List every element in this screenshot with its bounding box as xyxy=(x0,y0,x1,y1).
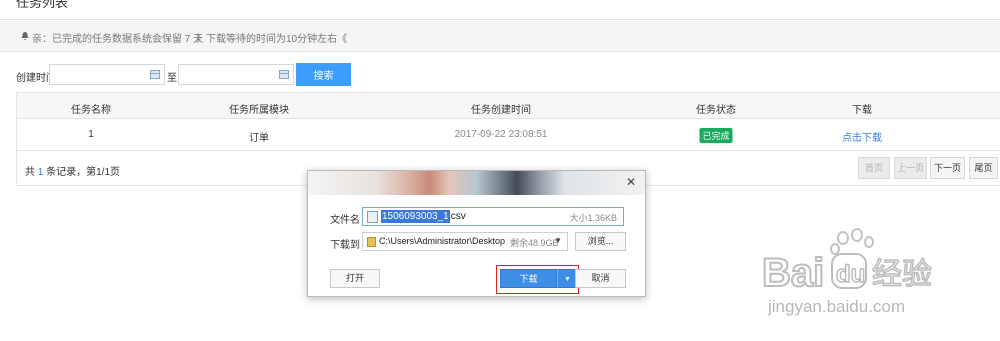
cell-task-name: 1 xyxy=(88,129,94,140)
notice-bar: 亲：已完成的任务数据系统会保留 7 天 》下载等待的时间为10分钟左右《 xyxy=(0,21,1000,52)
filename-input[interactable]: 1506093003_1 .csv 大小1.36KB xyxy=(362,207,624,226)
save-path: C:\Users\Administrator\Desktop xyxy=(379,236,506,246)
notice-wait: 》下载等待的时间为10分钟左右《 xyxy=(196,34,348,45)
svg-text:jingyan.baidu.com: jingyan.baidu.com xyxy=(767,297,905,316)
free-space: 剩余48.9GB xyxy=(510,238,559,248)
open-button[interactable]: 打开 xyxy=(330,269,380,288)
to-label: 至 xyxy=(167,73,177,84)
filename-extension: .csv xyxy=(448,211,466,222)
header-created-time: 任务创建时间 xyxy=(471,105,531,116)
dialog-header-banner: ✕ xyxy=(308,171,645,195)
table-header: 任务名称 任务所属模块 任务创建时间 任务状态 下载 xyxy=(17,93,1000,119)
notice-retention: 亲：已完成的任务数据系统会保留 7 天 xyxy=(32,34,204,45)
end-date-input[interactable] xyxy=(178,64,294,85)
record-count: 共 1 条记录，第1/1页 xyxy=(25,167,121,178)
top-bar: 任务列表 xyxy=(0,0,1000,20)
download-link[interactable]: 点击下载 xyxy=(842,129,882,144)
svg-text:du: du xyxy=(836,261,865,288)
highlight-annotation xyxy=(496,265,579,294)
save-path-select[interactable]: C:\Users\Administrator\Desktop 剩余48.9GB … xyxy=(362,232,568,251)
header-module: 任务所属模块 xyxy=(229,105,289,116)
calendar-icon[interactable] xyxy=(279,70,289,79)
file-size: 大小1.36KB xyxy=(569,213,617,223)
browse-button[interactable]: 浏览... xyxy=(575,232,626,251)
svg-text:经验: 经验 xyxy=(872,257,932,292)
header-download: 下载 xyxy=(852,105,872,116)
bell-icon xyxy=(21,32,29,41)
save-to-label: 下载到 xyxy=(330,240,360,251)
header-status: 任务状态 xyxy=(696,105,736,116)
cell-created-time: 2017-09-22 23:08:51 xyxy=(454,129,548,140)
table-row: 1 订单 2017-09-22 23:08:51 已完成 点击下载 xyxy=(17,119,1000,151)
last-page-button[interactable]: 尾页 xyxy=(969,157,998,179)
folder-icon xyxy=(367,237,376,247)
search-button[interactable]: 搜索 xyxy=(296,63,351,86)
page-title: 任务列表 xyxy=(16,0,69,10)
cell-module: 订单 xyxy=(249,133,269,144)
baidu-jingyan-watermark: Bai du 经验 jingyan.baidu.com xyxy=(761,228,933,316)
close-icon[interactable]: ✕ xyxy=(626,176,636,188)
first-page-button[interactable]: 首页 xyxy=(858,157,890,179)
chevron-down-icon[interactable]: ▼ xyxy=(554,236,562,245)
svg-text:Bai: Bai xyxy=(762,251,824,295)
filename-label: 文件名 xyxy=(330,215,360,226)
download-dialog: ✕ 文件名 1506093003_1 .csv 大小1.36KB 下载到 C:\… xyxy=(307,170,646,297)
prev-page-button[interactable]: 上一页 xyxy=(894,157,927,179)
start-date-input[interactable] xyxy=(49,64,165,85)
cancel-button[interactable]: 取消 xyxy=(575,269,626,288)
calendar-icon[interactable] xyxy=(150,70,160,79)
header-task-name: 任务名称 xyxy=(71,105,111,116)
status-badge: 已完成 xyxy=(699,128,733,143)
filename-selected: 1506093003_1 xyxy=(381,210,450,223)
file-icon xyxy=(367,211,378,223)
next-page-button[interactable]: 下一页 xyxy=(930,157,965,179)
